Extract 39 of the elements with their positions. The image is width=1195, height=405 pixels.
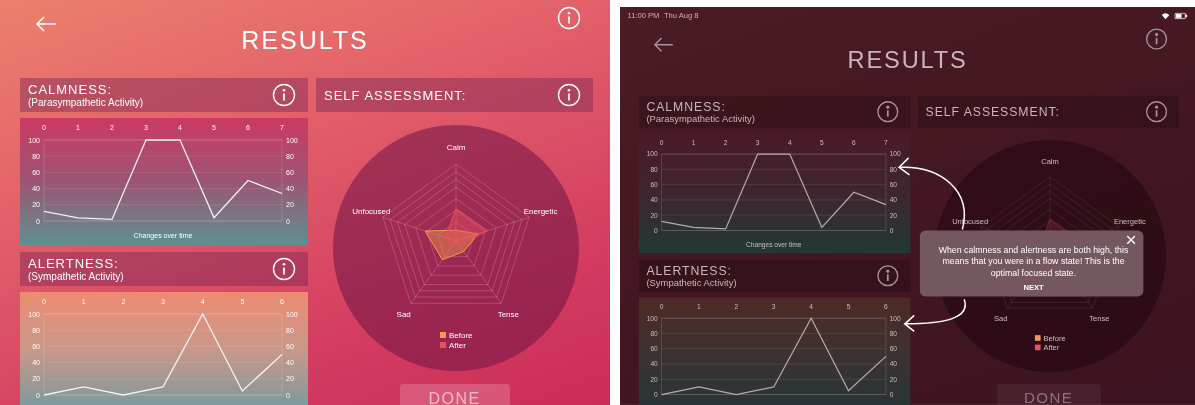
section-title: ALERTNESS: [646,263,733,278]
info-icon[interactable] [876,100,900,123]
info-icon[interactable] [1145,100,1168,123]
section-title: CALMNESS: [646,98,727,114]
radar-axis-label: Unfocused [352,207,391,217]
section-title: SELF ASSESSMENT: [925,104,1060,119]
legend-label: After [1043,343,1060,353]
radar-axis-label: Energetic [523,207,558,217]
done-button[interactable]: DONE [996,384,1101,405]
section-title: SELF ASSESSMENT: [324,87,467,103]
radar-axis-label: Tense [1089,314,1110,323]
radar-axis-label: Energetic [1113,217,1146,227]
battery-icon [1174,12,1188,19]
radar-axis-label: Sad [396,310,411,319]
wifi-icon [1161,12,1170,19]
page-title: RESULTS [241,26,369,55]
section-subtitle: (Sympathetic Activity) [646,277,737,289]
back-arrow-icon[interactable] [653,37,674,53]
radar-axis-label: Calm [446,143,466,152]
done-button[interactable]: DONE [399,384,510,405]
close-icon[interactable] [1126,235,1136,245]
section-subtitle: (Parasympathetic Activity) [28,96,144,109]
legend-label: Before [449,331,473,340]
radar-axis-label: Tense [497,310,519,319]
page-title: RESULTS [847,46,968,74]
radar-axis-label: Sad [993,314,1008,323]
curved-arrow [903,298,966,333]
legend-label: After [449,341,466,350]
radar-axis-label: Calm [1041,156,1059,166]
section-title: CALMNESS: [28,81,114,97]
section-title: ALERTNESS: [28,255,120,271]
radar-polygon [445,208,488,247]
legend-label: Before [1043,333,1066,343]
section-subtitle: (Parasympathetic Activity) [646,113,755,125]
info-icon[interactable] [1145,27,1168,51]
tooltip-text: When calmness and alertness are both high, this means that you were in a flow state! This is the optimal focused state. [937,244,1130,279]
radar-polygon [424,229,479,261]
section-subtitle: (Sympathetic Activity) [28,270,124,283]
info-icon[interactable] [876,264,900,288]
